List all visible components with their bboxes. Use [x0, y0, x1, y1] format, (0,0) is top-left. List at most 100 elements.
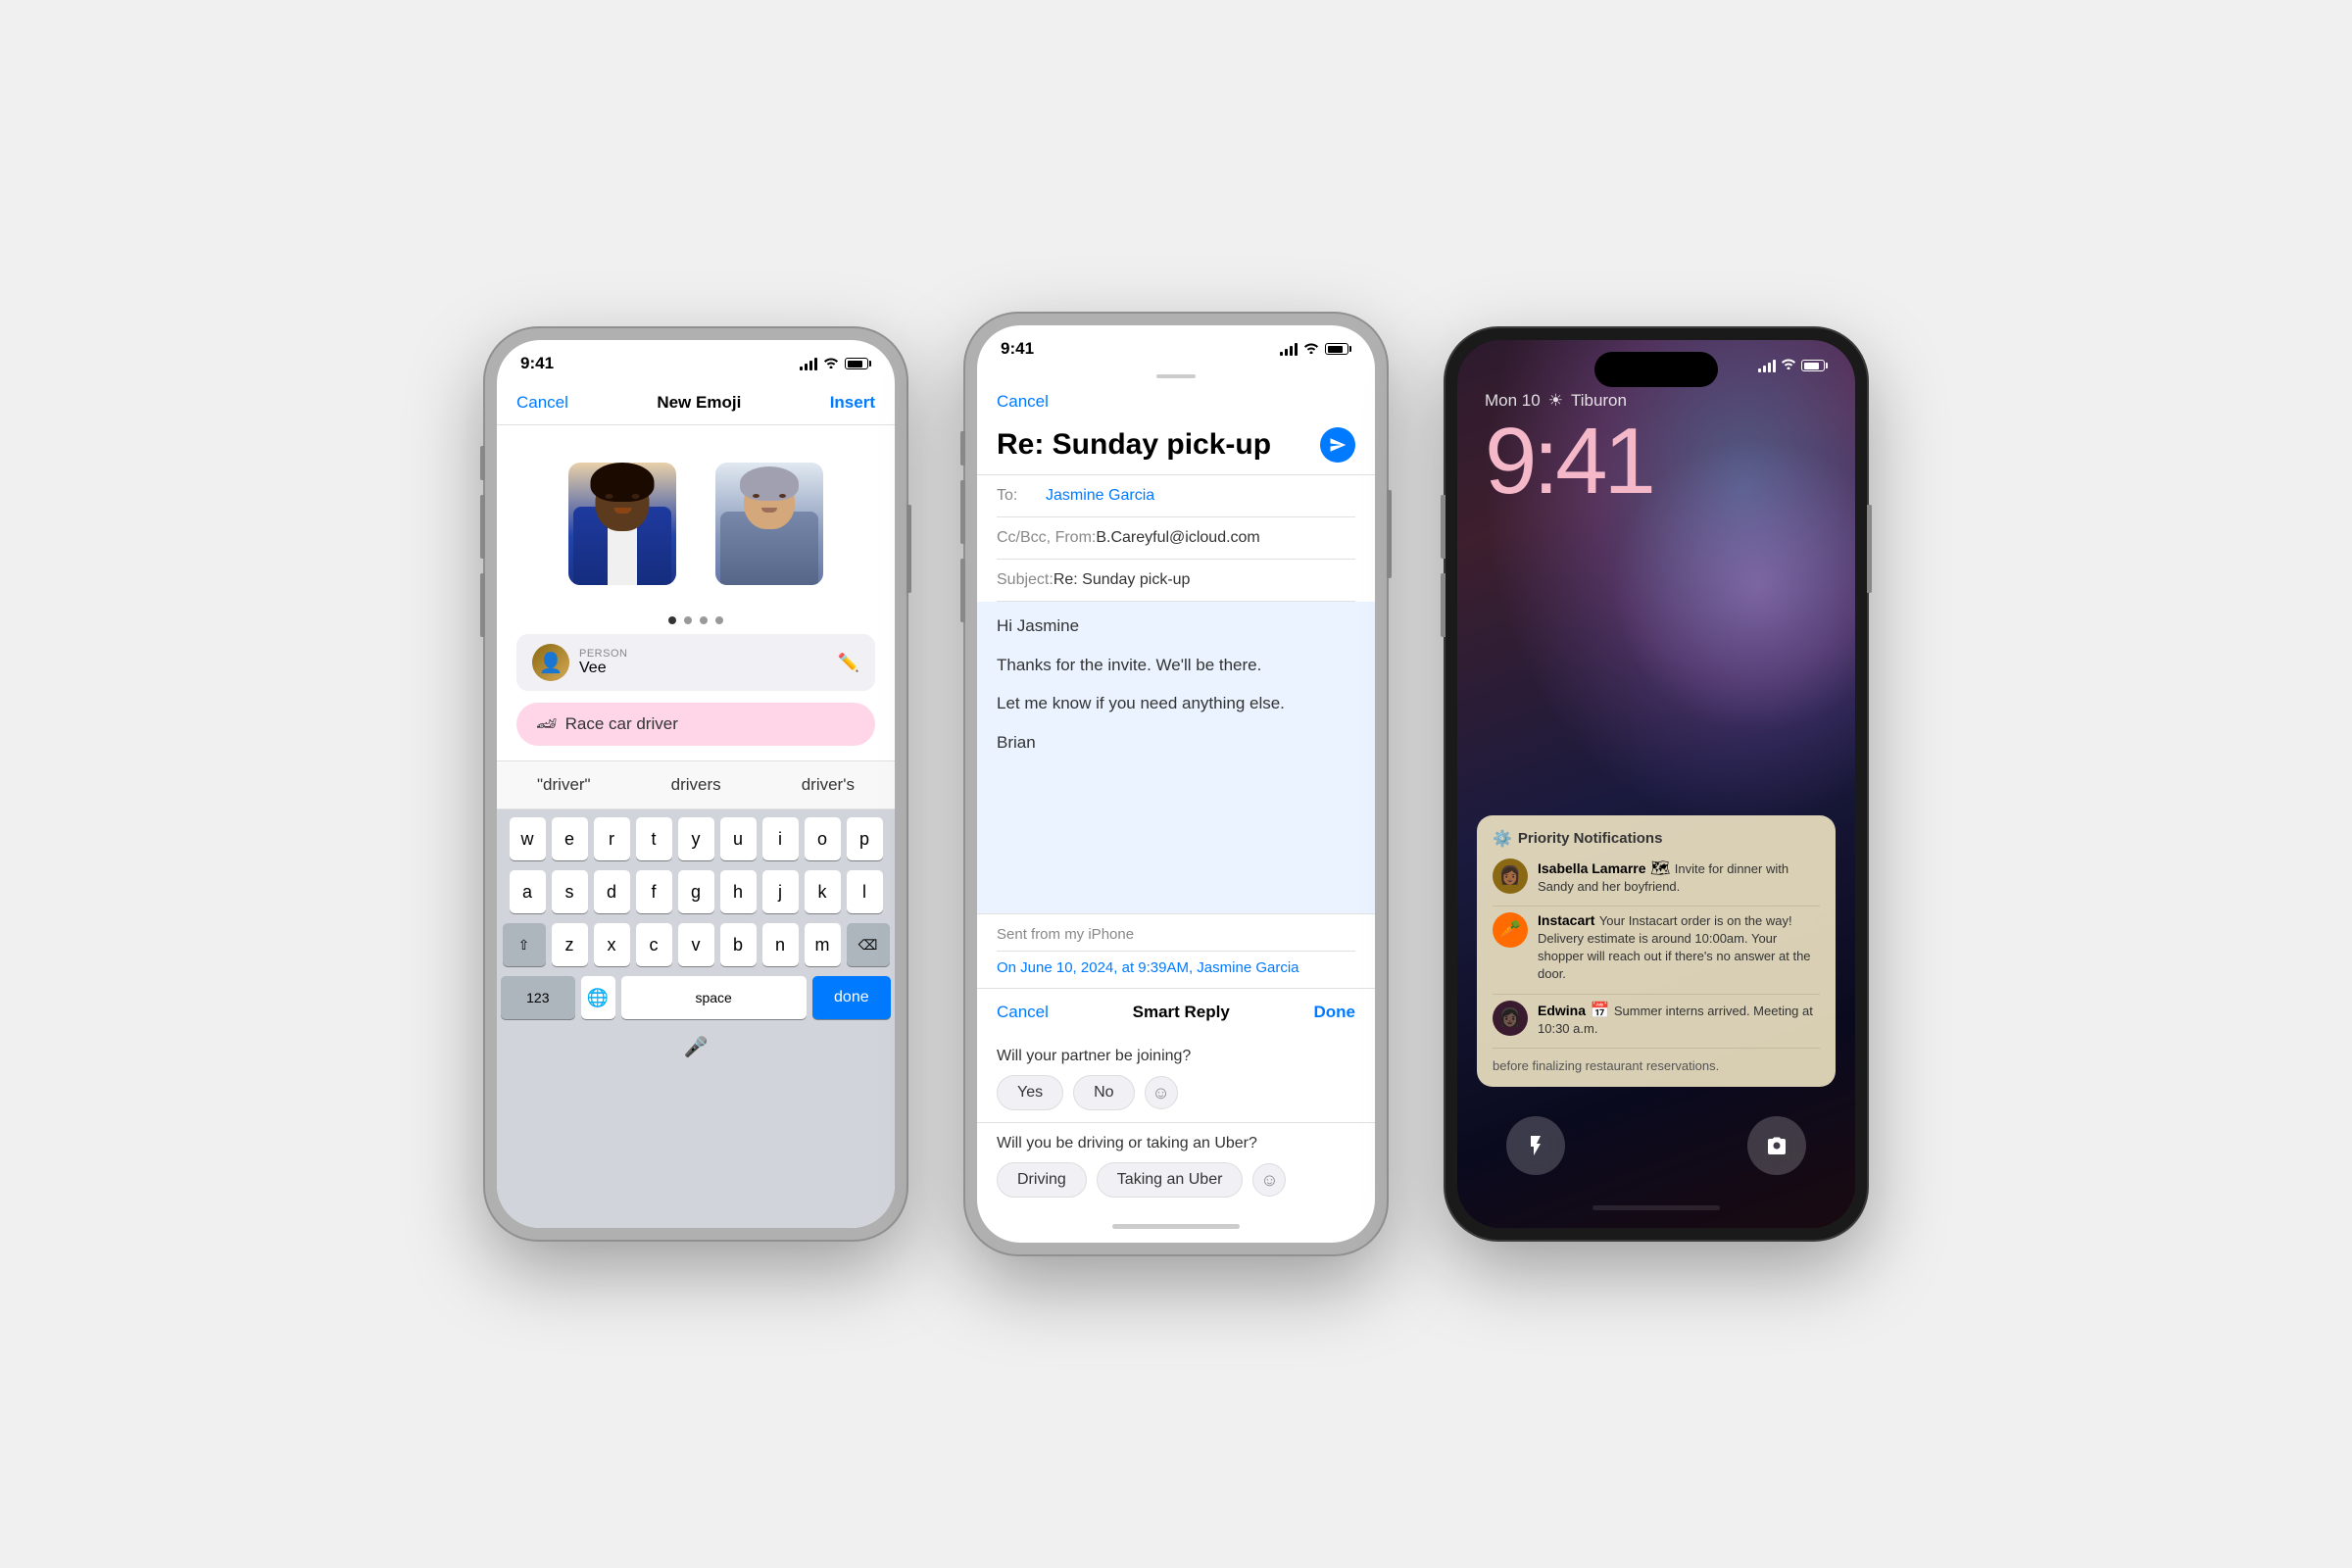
person-edit-button[interactable]: ✏️	[838, 653, 859, 673]
cc-value[interactable]: B.Careyful@icloud.com	[1096, 529, 1259, 547]
sr-q1-text: Will your partner be joining?	[997, 1048, 1355, 1065]
avatar-2[interactable]	[710, 455, 828, 592]
home-indicator-3	[1457, 1195, 1855, 1228]
predictive-word-1[interactable]: "driver"	[525, 771, 603, 799]
notif-content-1: Isabella Lamarre 🗺 Invite for dinner wit…	[1538, 858, 1820, 896]
sr-q1-options: Yes No ☺	[997, 1075, 1355, 1110]
volume-down-button-2[interactable]	[960, 559, 965, 622]
notif-more-text: before finalizing restaurant reservation…	[1493, 1054, 1820, 1073]
phone-1: 9:41 Cancel New Emoji	[485, 328, 906, 1240]
camera-button[interactable]	[1747, 1116, 1806, 1175]
emoji-cancel-button[interactable]: Cancel	[516, 393, 568, 413]
key-z[interactable]: z	[552, 923, 588, 966]
key-h[interactable]: h	[720, 870, 757, 913]
key-123[interactable]: 123	[501, 976, 575, 1019]
sr-q2-more[interactable]: ☺	[1252, 1163, 1286, 1197]
send-button[interactable]	[1320, 427, 1355, 463]
sr-q1-yes[interactable]: Yes	[997, 1075, 1063, 1110]
mail-header: Cancel	[977, 382, 1375, 419]
power-button-2[interactable]	[1387, 490, 1392, 578]
key-t[interactable]: t	[636, 817, 672, 860]
subject-value[interactable]: Re: Sunday pick-up	[1054, 571, 1191, 589]
emoji-avatars-container	[497, 425, 895, 607]
predictive-word-3[interactable]: driver's	[790, 771, 866, 799]
subject-label: Subject:	[997, 571, 1054, 589]
key-j[interactable]: j	[762, 870, 799, 913]
mute-button-2[interactable]	[960, 431, 965, 466]
home-indicator-2	[977, 1209, 1375, 1243]
key-y[interactable]: y	[678, 817, 714, 860]
key-n[interactable]: n	[762, 923, 799, 966]
key-f[interactable]: f	[636, 870, 672, 913]
key-l[interactable]: l	[847, 870, 883, 913]
mail-body[interactable]: Hi Jasmine Thanks for the invite. We'll …	[977, 602, 1375, 913]
lock-bottom-controls	[1457, 1106, 1855, 1195]
mail-line1: Thanks for the invite. We'll be there.	[997, 653, 1355, 678]
dot-3[interactable]	[700, 616, 708, 624]
lock-date-weather: Mon 10 ☀ Tiburon	[1485, 391, 1828, 411]
key-m[interactable]: m	[805, 923, 841, 966]
notif-msg-icon-3: 📅	[1590, 1003, 1613, 1019]
key-c[interactable]: c	[636, 923, 672, 966]
key-u[interactable]: u	[720, 817, 757, 860]
key-x[interactable]: x	[594, 923, 630, 966]
notification-item-1[interactable]: 👩🏾 Isabella Lamarre 🗺 Invite for dinner …	[1493, 858, 1820, 896]
volume-down-button[interactable]	[480, 573, 485, 637]
key-i[interactable]: i	[762, 817, 799, 860]
key-b[interactable]: b	[720, 923, 757, 966]
volume-up-button-2[interactable]	[960, 480, 965, 544]
dot-4[interactable]	[715, 616, 723, 624]
dot-1[interactable]	[668, 616, 676, 624]
smart-reply-cancel[interactable]: Cancel	[997, 1003, 1049, 1022]
key-p[interactable]: p	[847, 817, 883, 860]
power-button[interactable]	[906, 505, 911, 593]
sr-q2-driving[interactable]: Driving	[997, 1162, 1087, 1198]
to-value[interactable]: Jasmine Garcia	[1046, 487, 1154, 505]
sr-q1-more[interactable]: ☺	[1145, 1076, 1178, 1109]
notif-content-2: Instacart Your Instacart order is on the…	[1538, 912, 1820, 984]
phone1-screen: 9:41 Cancel New Emoji	[497, 340, 895, 1228]
key-s[interactable]: s	[552, 870, 588, 913]
dot-2[interactable]	[684, 616, 692, 624]
status-bar-2: 9:41	[977, 325, 1375, 367]
key-done[interactable]: done	[812, 976, 891, 1019]
key-a[interactable]: a	[510, 870, 546, 913]
power-button-3[interactable]	[1867, 505, 1872, 593]
mail-cancel-button[interactable]: Cancel	[997, 392, 1049, 411]
key-space[interactable]: space	[621, 976, 807, 1019]
wifi-icon-1	[823, 356, 839, 371]
notification-item-3[interactable]: 👩🏿 Edwina 📅 Summer interns arrived. Meet…	[1493, 1001, 1820, 1038]
sr-q2-uber[interactable]: Taking an Uber	[1097, 1162, 1244, 1198]
key-v[interactable]: v	[678, 923, 714, 966]
priority-notifications-title: Priority Notifications	[1518, 830, 1663, 847]
key-o[interactable]: o	[805, 817, 841, 860]
sr-q1-no[interactable]: No	[1073, 1075, 1134, 1110]
flashlight-button[interactable]	[1506, 1116, 1565, 1175]
volume-down-button-3[interactable]	[1441, 573, 1446, 637]
smart-reply-bar: Cancel Smart Reply Done	[977, 988, 1375, 1036]
mail-subject-text: Re: Sunday pick-up	[997, 428, 1271, 462]
key-shift[interactable]: ⇧	[503, 923, 546, 966]
home-bar-3	[1592, 1205, 1720, 1210]
status-time-1: 9:41	[520, 354, 554, 373]
key-k[interactable]: k	[805, 870, 841, 913]
sent-from-text: Sent from my iPhone	[997, 926, 1355, 943]
key-g[interactable]: g	[678, 870, 714, 913]
volume-up-button-3[interactable]	[1441, 495, 1446, 559]
key-e[interactable]: e	[552, 817, 588, 860]
notification-item-2[interactable]: 🥕 Instacart Your Instacart order is on t…	[1493, 912, 1820, 984]
key-w[interactable]: w	[510, 817, 546, 860]
avatar-1[interactable]	[564, 455, 681, 592]
smart-reply-done[interactable]: Done	[1314, 1003, 1356, 1022]
home-bar-2	[1112, 1224, 1240, 1229]
key-emoji[interactable]: 🌐	[581, 976, 615, 1019]
key-delete[interactable]: ⌫	[847, 923, 890, 966]
key-r[interactable]: r	[594, 817, 630, 860]
key-d[interactable]: d	[594, 870, 630, 913]
volume-up-button[interactable]	[480, 495, 485, 559]
emoji-insert-button[interactable]: Insert	[830, 393, 875, 413]
mute-button[interactable]	[480, 446, 485, 480]
predictive-word-2[interactable]: drivers	[660, 771, 733, 799]
emoji-search-field[interactable]: 🏎 Race car driver	[516, 703, 875, 746]
battery-icon-2	[1325, 343, 1351, 355]
